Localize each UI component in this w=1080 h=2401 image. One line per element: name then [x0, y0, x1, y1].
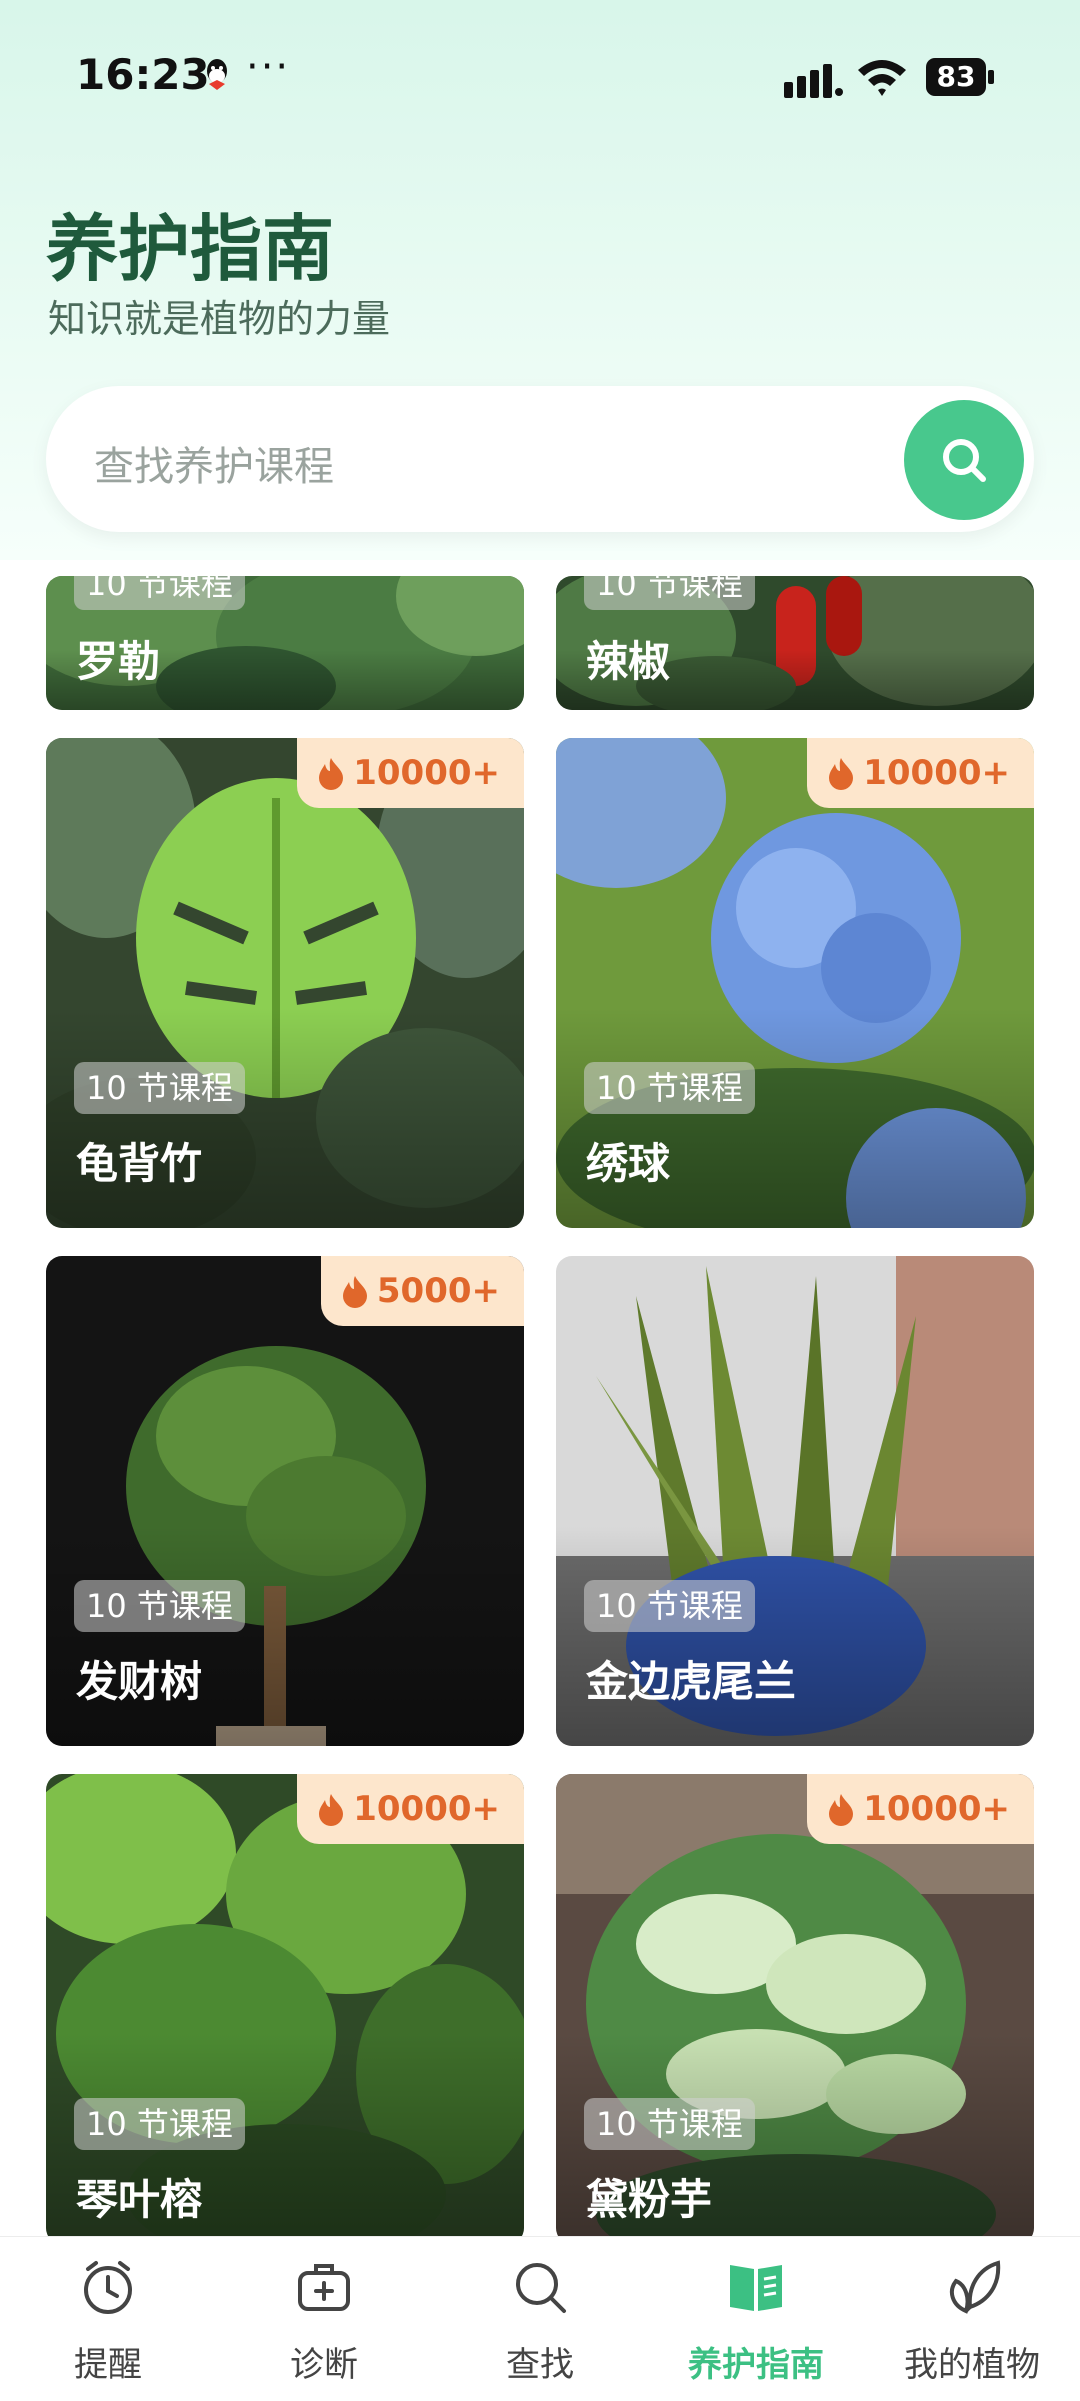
status-bar: 16:23 ··· 83: [0, 0, 1080, 150]
card-shade: [46, 1007, 524, 1228]
popularity-badge: 10000+: [297, 738, 524, 808]
fire-icon: [829, 1794, 854, 1826]
wifi-icon: [858, 60, 906, 96]
card-shade: [556, 1525, 1034, 1746]
medical-kit-icon: [298, 2264, 350, 2311]
nav-label: 我的植物: [904, 2345, 1040, 2385]
nav-item-search[interactable]: 查找: [432, 2237, 648, 2401]
plant-name: 金边虎尾兰: [586, 1657, 797, 1706]
status-time: 16:23: [76, 50, 210, 99]
popularity-badge: 5000+: [320, 1256, 524, 1326]
fire-icon: [342, 1276, 367, 1308]
nav-item-my-plants[interactable]: 我的植物: [864, 2237, 1080, 2401]
plant-name: 发财树: [76, 1657, 203, 1706]
search-icon: [943, 439, 986, 482]
popularity-count: 10000+: [863, 753, 1010, 793]
search-input[interactable]: 查找养护课程: [46, 386, 1034, 532]
book-icon: [730, 2265, 782, 2311]
popularity-badge: 10000+: [807, 1774, 1034, 1844]
nav-item-reminders[interactable]: 提醒: [0, 2237, 216, 2401]
battery-level: 83: [926, 58, 986, 96]
course-card-dieffenbachia[interactable]: 10000+ 10 节课程 黛粉芋: [556, 1774, 1034, 2236]
course-card-snake-plant[interactable]: 10 节课程 金边虎尾兰: [556, 1256, 1034, 1746]
popularity-count: 10000+: [353, 1789, 500, 1829]
popularity-badge: 10000+: [807, 738, 1034, 808]
lesson-count: 10 节课程: [74, 576, 245, 610]
popularity-count: 10000+: [863, 1789, 1010, 1829]
search-icon: [516, 2263, 566, 2313]
fire-icon: [319, 758, 344, 790]
lesson-count: 10 节课程: [584, 2098, 755, 2150]
course-card-money-tree[interactable]: 5000+ 10 节课程 发财树: [46, 1256, 524, 1746]
search-placeholder: 查找养护课程: [94, 444, 334, 490]
battery-indicator: 83: [926, 58, 996, 96]
search-button[interactable]: [904, 400, 1024, 520]
signal-icon: [784, 64, 843, 98]
page-subtitle: 知识就是植物的力量: [48, 297, 391, 341]
lesson-count: 10 节课程: [74, 1580, 245, 1632]
card-shade: [46, 1525, 524, 1746]
plant-name: 琴叶榕: [76, 2175, 203, 2224]
lesson-count: 10 节课程: [584, 1580, 755, 1632]
nav-label: 养护指南: [688, 2345, 824, 2385]
nav-item-care-guide[interactable]: 养护指南: [648, 2237, 864, 2401]
plant-name: 辣椒: [586, 637, 671, 686]
nav-label: 查找: [506, 2345, 574, 2385]
course-card-fiddle-leaf-fig[interactable]: 10000+ 10 节课程 琴叶榕: [46, 1774, 524, 2236]
popularity-count: 10000+: [353, 753, 500, 793]
course-card-chili[interactable]: 10 节课程 辣椒: [556, 576, 1034, 710]
bottom-navigation: 提醒 诊断 查找 养护指南 我的植物: [0, 2236, 1080, 2401]
plant-name: 绣球: [586, 1139, 671, 1188]
nav-label: 提醒: [74, 2345, 142, 2385]
notification-dots: ···: [246, 44, 291, 90]
plant-name: 黛粉芋: [586, 2175, 713, 2224]
course-card-hydrangea[interactable]: 10000+ 10 节课程 绣球: [556, 738, 1034, 1228]
popularity-count: 5000+: [376, 1271, 500, 1311]
qq-icon: [207, 59, 227, 90]
course-grid: 10 节课程 罗勒 10 节课程 辣椒 10000+ 10 节课程 龟背竹 10…: [0, 576, 1080, 2236]
fire-icon: [319, 1794, 344, 1826]
alarm-clock-icon: [84, 2261, 132, 2314]
lesson-count: 10 节课程: [74, 1062, 245, 1114]
course-card-basil[interactable]: 10 节课程 罗勒: [46, 576, 524, 710]
popularity-badge: 10000+: [297, 1774, 524, 1844]
nav-item-diagnose[interactable]: 诊断: [216, 2237, 432, 2401]
course-card-monstera[interactable]: 10000+ 10 节课程 龟背竹: [46, 738, 524, 1228]
fire-icon: [829, 758, 854, 790]
card-shade: [556, 1007, 1034, 1228]
lesson-count: 10 节课程: [584, 1062, 755, 1114]
lesson-count: 10 节课程: [74, 2098, 245, 2150]
page-title: 养护指南: [46, 207, 335, 291]
nav-label: 诊断: [290, 2345, 358, 2385]
plant-name: 罗勒: [76, 637, 161, 686]
lesson-count: 10 节课程: [584, 576, 755, 610]
leaves-icon: [949, 2260, 1001, 2314]
plant-name: 龟背竹: [76, 1139, 203, 1188]
battery-tip: [988, 70, 994, 84]
